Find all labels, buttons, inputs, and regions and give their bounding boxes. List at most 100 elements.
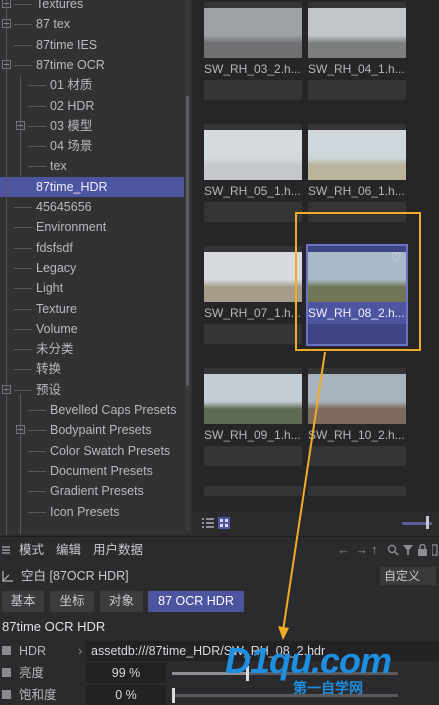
filter-icon[interactable] <box>403 545 413 555</box>
tree-item[interactable]: 03 模型 <box>0 116 184 136</box>
tree-item[interactable]: Legacy <box>0 258 184 278</box>
asset-thumbnail-partial[interactable] <box>308 486 406 496</box>
thumbnail-size-slider-handle[interactable] <box>426 516 429 529</box>
tree-item-label: tex <box>50 159 67 174</box>
tree-item-label: 45645656 <box>36 200 92 214</box>
tree-item[interactable]: Texture <box>0 299 184 319</box>
thumbnail-footer <box>308 80 406 100</box>
tree-item[interactable]: Textures <box>0 0 184 14</box>
asset-thumbnail-partial[interactable] <box>204 486 302 496</box>
tree-connector-line <box>14 24 32 26</box>
param-animate-icon[interactable] <box>2 668 11 677</box>
expand-arrow-icon[interactable]: › <box>78 641 82 661</box>
new-panel-icon[interactable] <box>432 544 438 556</box>
param-row-brightness: 亮度 99 % <box>0 663 439 683</box>
tree-item[interactable]: 87time_HDR <box>0 176 184 197</box>
asset-thumbnail[interactable]: SW_RH_10_2.h... <box>308 368 406 466</box>
menu-user-data[interactable]: 用户数据 <box>93 537 143 563</box>
tree-item[interactable]: Bodypaint Presets <box>0 420 184 440</box>
tree-connector-line <box>14 247 32 249</box>
tree-connector-line <box>28 450 46 452</box>
tree-item[interactable]: 01 材质 <box>0 75 184 95</box>
param-label-saturation: 饱和度 <box>19 688 57 702</box>
forward-arrow-icon[interactable]: → <box>355 537 368 563</box>
back-arrow-icon[interactable]: ← <box>337 537 350 563</box>
tree-item[interactable]: Color Swatch Presets <box>0 441 184 461</box>
tab-object[interactable]: 对象 <box>100 591 143 612</box>
tree-item[interactable]: 未分类 <box>0 339 184 359</box>
tree-item[interactable]: Gradient Presets <box>0 481 184 501</box>
tree-scrollbar[interactable] <box>185 0 190 530</box>
saturation-slider[interactable] <box>172 688 398 703</box>
tree-item[interactable]: Environment <box>0 217 184 237</box>
tree-item-label: Icon Presets <box>50 504 120 519</box>
tree-connector-line <box>28 85 46 87</box>
tab-basic[interactable]: 基本 <box>2 591 44 612</box>
tree-item[interactable]: fdsfsdf <box>0 238 184 258</box>
tree-item[interactable]: Light <box>0 278 184 298</box>
annotation-highlight-box <box>295 212 421 351</box>
tree-connector-line <box>28 470 46 472</box>
search-icon[interactable] <box>387 544 399 556</box>
up-arrow-icon[interactable]: ↑ <box>371 537 378 563</box>
tree-item[interactable]: 预设 <box>0 380 184 400</box>
tree-item-label: 预设 <box>36 382 62 397</box>
hdr-preview-image <box>308 374 406 424</box>
tree-item[interactable]: 87time OCR <box>0 55 184 75</box>
hdr-preview-image <box>204 252 302 302</box>
tree-item-label: Environment <box>36 220 107 235</box>
param-animate-icon[interactable] <box>2 646 11 655</box>
thumbnail-footer <box>204 80 302 100</box>
asset-thumbnail-caption: SW_RH_06_1.h... <box>308 184 405 198</box>
tree-item[interactable]: 04 场景 <box>0 136 184 156</box>
asset-thumbnail[interactable]: SW_RH_04_1.h... <box>308 2 406 100</box>
tab-coord[interactable]: 坐标 <box>50 591 94 612</box>
thumbnail-footer <box>204 446 302 466</box>
param-label-brightness: 亮度 <box>19 666 45 680</box>
asset-thumbnail[interactable]: SW_RH_06_1.h... <box>308 124 406 222</box>
tree-connector-line <box>14 44 32 46</box>
asset-thumbnail-caption: SW_RH_03_2.h... <box>204 62 301 76</box>
tree-scrollbar-thumb[interactable] <box>186 96 189 386</box>
saturation-input[interactable]: 0 % <box>86 685 166 705</box>
param-label-hdr: HDR <box>19 644 47 658</box>
tree-connector-line <box>14 308 32 310</box>
tree-item[interactable]: Icon Presets <box>0 502 184 522</box>
tree-item-label: 未分类 <box>36 342 74 357</box>
tree-item-label: 87 tex <box>36 17 71 32</box>
asset-thumbnail[interactable]: SW_RH_03_2.h... <box>204 2 302 100</box>
asset-thumbnail[interactable]: SW_RH_05_1.h... <box>204 124 302 222</box>
tree-connector-line <box>14 64 32 66</box>
tree-item[interactable]: 转换 <box>0 359 184 379</box>
tree-item[interactable]: Bevelled Caps Presets <box>0 400 184 420</box>
tree-connector-line <box>28 125 46 127</box>
grid-view-icon[interactable] <box>218 517 230 529</box>
tree-connector-line <box>14 328 32 330</box>
asset-thumbnail[interactable]: SW_RH_07_1.h... <box>204 246 302 344</box>
tree-item[interactable]: 87time IES <box>0 35 184 55</box>
tab-87-ocr-hdr[interactable]: 87 OCR HDR <box>148 591 244 612</box>
menu-edit[interactable]: 编辑 <box>56 537 81 563</box>
saturation-slider-handle[interactable] <box>172 688 175 703</box>
tree-item[interactable]: tex <box>0 156 184 176</box>
tree-item-label: Texture <box>36 301 77 316</box>
menu-mode[interactable]: 模式 <box>19 537 44 563</box>
asset-thumbnail[interactable]: SW_RH_09_1.h... <box>204 368 302 466</box>
tree-item[interactable]: 45645656 <box>0 197 184 217</box>
asset-thumbnail-caption: SW_RH_10_2.h... <box>308 428 405 442</box>
tree-item[interactable]: Volume <box>0 319 184 339</box>
tree-item[interactable]: 87 tex <box>0 14 184 34</box>
hdr-path-field[interactable]: assetdb:///87time_HDR/SW_RH_08_2.hdr <box>86 641 439 661</box>
hdr-preview-image <box>204 130 302 180</box>
list-view-icon[interactable] <box>202 517 214 529</box>
object-row: 空白 [87OCR HDR] 自定义 <box>0 565 439 587</box>
custom-mode-dropdown[interactable]: 自定义 <box>380 567 436 585</box>
panel-grip-icon[interactable] <box>2 546 10 554</box>
tree-item[interactable]: Document Presets <box>0 461 184 481</box>
brightness-slider-handle[interactable] <box>245 666 249 681</box>
lock-icon[interactable] <box>418 544 427 556</box>
brightness-slider[interactable] <box>172 666 398 681</box>
brightness-input[interactable]: 99 % <box>86 663 166 683</box>
tree-item[interactable]: 02 HDR <box>0 96 184 116</box>
tree-item-label: Textures <box>36 0 84 11</box>
